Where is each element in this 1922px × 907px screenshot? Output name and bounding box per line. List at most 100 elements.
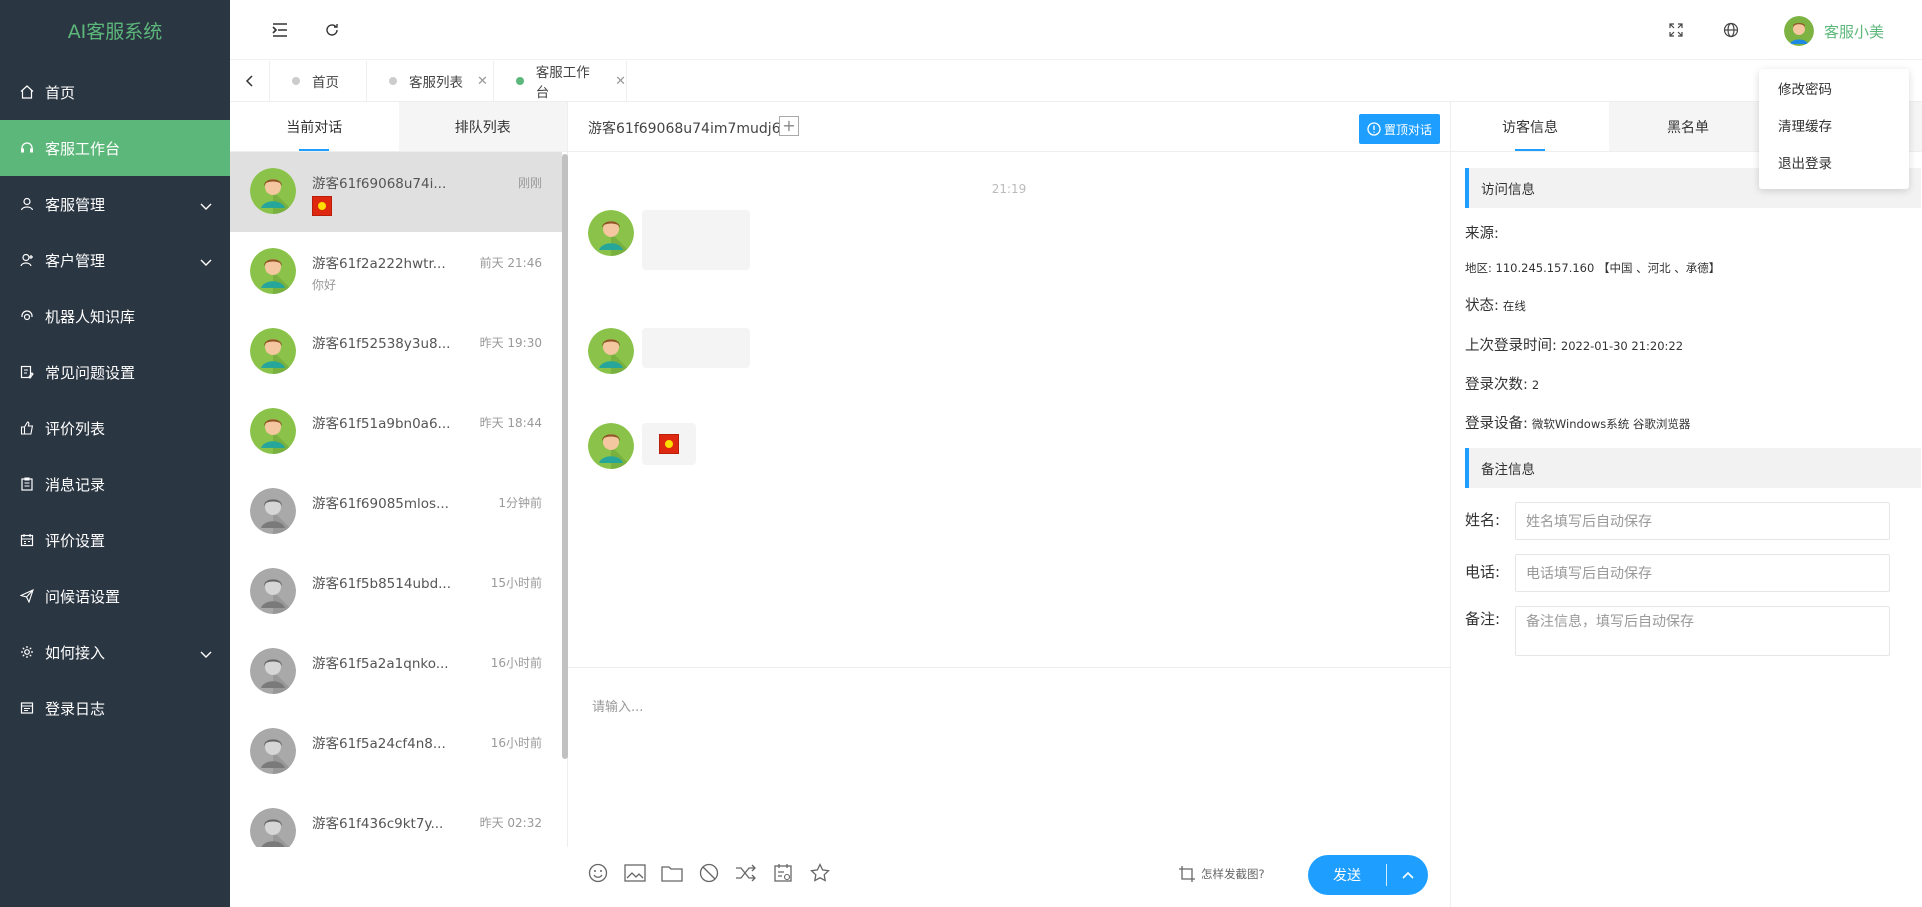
faq-icon: [20, 363, 45, 381]
name-label: 姓名:: [1465, 511, 1501, 529]
conversation-time: 昨天 19:30: [479, 336, 542, 350]
tab-dot: [516, 77, 524, 85]
sidebar-item-6[interactable]: 评价列表: [0, 400, 230, 456]
visitor-avatar: [250, 248, 296, 294]
note-field[interactable]: 备注信息，填写后自动保存: [1515, 606, 1890, 656]
send-options-chevron-up-icon[interactable]: [1387, 871, 1428, 879]
conversation-time: 刚刚: [517, 176, 542, 190]
status-label: 状态:: [1465, 298, 1499, 314]
visitor-avatar: [250, 168, 296, 214]
image-icon[interactable]: [623, 861, 647, 885]
visitor-panel: 访客信息 黑名单 访问信息 来源: 地区: 110.245.157.160 【中…: [1450, 102, 1922, 907]
sidebar-item-9[interactable]: 问候语设置: [0, 568, 230, 624]
visitor-avatar: [250, 328, 296, 374]
evaluation-icon[interactable]: [771, 861, 795, 885]
visitor-name: 游客61f69068u74i...: [312, 176, 447, 192]
thumbs-up-icon: [20, 419, 45, 437]
star-icon[interactable]: [808, 861, 832, 885]
conversation-item[interactable]: 游客61f51a9bn0a6... 昨天 18:44: [230, 392, 562, 472]
refresh-icon[interactable]: [322, 20, 342, 40]
conversation-item[interactable]: 游客61f2a222hwtr... 前天 21:46 你好: [230, 232, 562, 312]
clear-cache-item[interactable]: 清理缓存: [1759, 109, 1909, 146]
menu-toggle-icon[interactable]: [270, 20, 290, 40]
folder-icon[interactable]: [660, 861, 684, 885]
add-icon[interactable]: +: [779, 116, 799, 136]
tab-home[interactable]: 首页: [270, 61, 367, 101]
sidebar-item-3[interactable]: 客户管理: [0, 232, 230, 288]
conversation-tabs: 当前对话 排队列表: [230, 102, 567, 152]
transfer-icon[interactable]: [734, 861, 758, 885]
device-value: 微软Windows系统 谷歌浏览器: [1531, 417, 1691, 431]
note-label: 备注:: [1465, 610, 1501, 628]
pin-conversation-button[interactable]: 置顶对话: [1358, 114, 1440, 144]
name-field[interactable]: 姓名填写后自动保存: [1515, 502, 1890, 540]
tab-close-icon[interactable]: ✕: [615, 74, 626, 89]
sidebar-item-5[interactable]: 常见问题设置: [0, 344, 230, 400]
tab-agent-workbench[interactable]: 客服工作台 ✕: [494, 61, 627, 101]
sidebar: AI客服系统 首页 客服工作台 客服管理 客户管理 机器人知识库 常见问题设置 评价列表 消息…: [0, 0, 230, 907]
device-row: 登录设备: 微软Windows系统 谷歌浏览器: [1465, 412, 1690, 433]
chat-title: 游客61f69068u74im7mudj6: [588, 121, 781, 137]
sidebar-item-2[interactable]: 客服管理: [0, 176, 230, 232]
sidebar-item-4[interactable]: 机器人知识库: [0, 288, 230, 344]
conversation-item[interactable]: 游客61f5b8514ubd... 15小时前: [230, 552, 562, 632]
visitor-name: 游客61f69085mlos...: [312, 496, 449, 512]
message-bubble: [642, 328, 750, 368]
sidebar-item-0[interactable]: 首页: [0, 64, 230, 120]
tab-queue-list[interactable]: 排队列表: [398, 102, 567, 151]
block-icon[interactable]: [697, 861, 721, 885]
visitor-avatar: [250, 568, 296, 614]
visitor-name: 游客61f5b8514ubd...: [312, 576, 452, 592]
conversation-item[interactable]: 游客61f436c9kt7y... 昨天 02:32: [230, 792, 562, 847]
phone-field[interactable]: 电话填写后自动保存: [1515, 554, 1890, 592]
sidebar-item-label: 首页: [45, 83, 76, 102]
conversation-list: 游客61f69068u74i... 刚刚游客61f2a222hwtr... 前天 2…: [230, 152, 562, 847]
logout-item[interactable]: 退出登录: [1759, 146, 1909, 183]
visitor-name: 游客61f5a24cf4n8...: [312, 736, 446, 752]
top-header: 客服小美: [230, 0, 1922, 60]
message-input[interactable]: 请输入...: [592, 696, 643, 715]
visitor-name: 游客61f436c9kt7y...: [312, 816, 444, 832]
sidebar-item-7[interactable]: 消息记录: [0, 456, 230, 512]
user-avatar: [1783, 16, 1814, 46]
tab-visitor-info[interactable]: 访客信息: [1451, 102, 1609, 151]
visitor-avatar: [588, 328, 634, 374]
conversation-preview: [312, 196, 332, 219]
visitor-name: 游客61f52538y3u8...: [312, 336, 451, 352]
chat-input-area[interactable]: 请输入... 怎样发截图? 发送: [568, 667, 1450, 907]
robot-icon: [20, 307, 45, 325]
visitor-avatar: [250, 808, 296, 847]
tabs-scroll-left-icon[interactable]: [230, 61, 270, 101]
tab-agent-list[interactable]: 客服列表 ✕: [367, 61, 494, 101]
user-menu-trigger[interactable]: 客服小美: [1783, 16, 1884, 46]
sidebar-item-label: 机器人知识库: [45, 307, 136, 326]
customer-icon: [20, 251, 45, 269]
tab-dot: [292, 77, 300, 85]
chevron-down-icon: [200, 197, 212, 215]
emoji-icon[interactable]: [586, 861, 610, 885]
status-row: 状态: 在线: [1465, 294, 1526, 315]
send-button[interactable]: 发送: [1308, 865, 1386, 885]
conversation-item[interactable]: 游客61f69068u74i... 刚刚: [230, 152, 562, 232]
conversation-item[interactable]: 游客61f69085mlos... 1分钟前: [230, 472, 562, 552]
conversation-item[interactable]: 游客61f5a24cf4n8... 16小时前: [230, 712, 562, 792]
paper-plane-icon: [20, 587, 45, 605]
section-notes: 备注信息: [1465, 448, 1921, 488]
tab-close-icon[interactable]: ✕: [477, 74, 488, 89]
screenshot-help-link[interactable]: 怎样发截图?: [1178, 865, 1265, 883]
sidebar-item-11[interactable]: 登录日志: [0, 680, 230, 736]
device-label: 登录设备:: [1465, 416, 1528, 432]
conversation-item[interactable]: 游客61f52538y3u8... 昨天 19:30: [230, 312, 562, 392]
change-password-item[interactable]: 修改密码: [1759, 72, 1909, 109]
sidebar-item-8[interactable]: 评价设置: [0, 512, 230, 568]
conversation-item[interactable]: 游客61f5a2a1qnko... 16小时前: [230, 632, 562, 712]
sidebar-item-1[interactable]: 客服工作台: [0, 120, 230, 176]
status-value: 在线: [1502, 299, 1526, 313]
conversation-preview: 你好: [312, 278, 337, 292]
fullscreen-icon[interactable]: [1666, 20, 1686, 40]
sidebar-item-10[interactable]: 如何接入: [0, 624, 230, 680]
tab-current-conversations[interactable]: 当前对话: [230, 102, 399, 151]
tab-blacklist[interactable]: 黑名单: [1609, 102, 1767, 151]
chevron-down-icon: [200, 645, 212, 663]
language-globe-icon[interactable]: [1721, 20, 1741, 40]
